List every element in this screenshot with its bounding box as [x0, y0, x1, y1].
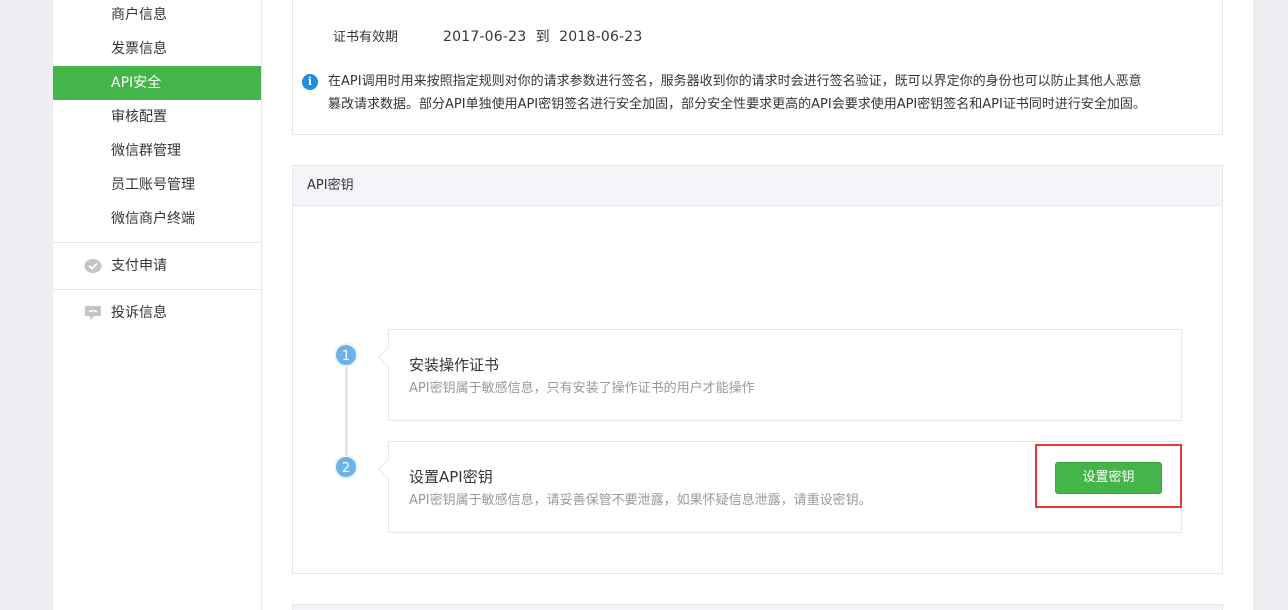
- sidebar-item-review-config[interactable]: 审核配置: [53, 100, 261, 134]
- sidebar-group-payment-apply[interactable]: 支付申请: [53, 249, 261, 283]
- step-number: 1: [334, 343, 358, 367]
- step-number: 2: [334, 455, 358, 479]
- payment-apply-icon: [84, 259, 102, 273]
- sidebar-item-merchant-info[interactable]: 商户信息: [53, 0, 261, 32]
- sidebar-group-label: 投诉信息: [111, 305, 167, 321]
- sidebar-item-invoice-info[interactable]: 发票信息: [53, 32, 261, 66]
- sidebar: 商户信息 发票信息 API安全 审核配置 微信群管理 员工账号管理 微信商户终端…: [53, 0, 262, 610]
- api-key-info-text: 在API调用时用来按照指定规则对你的请求参数进行签名，服务器收到你的请求时会进行…: [328, 74, 1146, 112]
- set-key-button[interactable]: 设置密钥: [1055, 462, 1162, 494]
- api-key-info: i 在API调用时用来按照指定规则对你的请求参数进行签名，服务器收到你的请求时会…: [302, 70, 1154, 116]
- cert-validity-value: 2017-06-23 到 2018-06-23: [443, 29, 643, 45]
- step-title: 安装操作证书: [409, 356, 500, 374]
- next-panel-header: [292, 604, 1223, 610]
- sidebar-item-merchant-terminal[interactable]: 微信商户终端: [53, 202, 261, 236]
- cert-validity-label: 证书有效期: [333, 30, 399, 45]
- right-gutter: [1253, 0, 1288, 610]
- step-title: 设置API密钥: [409, 468, 493, 486]
- complaint-icon: [85, 306, 101, 320]
- info-icon: i: [302, 74, 318, 90]
- sidebar-item-wechat-group[interactable]: 微信群管理: [53, 134, 261, 168]
- step-connector: [345, 355, 348, 467]
- sidebar-group-label: 支付申请: [111, 258, 167, 274]
- sidebar-divider: [53, 242, 261, 243]
- panel-title: API密钥: [293, 166, 1222, 206]
- step-desc: API密钥属于敏感信息，请妥善保管不要泄露，如果怀疑信息泄露，请重设密钥。: [409, 493, 872, 508]
- sidebar-group-complaints[interactable]: 投诉信息: [53, 296, 261, 330]
- step-desc: API密钥属于敏感信息，只有安装了操作证书的用户才能操作: [409, 381, 755, 396]
- step-install-cert: 安装操作证书 API密钥属于敏感信息，只有安装了操作证书的用户才能操作: [378, 329, 1182, 421]
- sidebar-divider: [53, 289, 261, 290]
- sidebar-item-api-security[interactable]: API安全: [53, 66, 261, 100]
- main-content: 证书有效期 2017-06-23 到 2018-06-23 API密钥 i 在A…: [262, 0, 1253, 610]
- sidebar-item-staff-accounts[interactable]: 员工账号管理: [53, 168, 261, 202]
